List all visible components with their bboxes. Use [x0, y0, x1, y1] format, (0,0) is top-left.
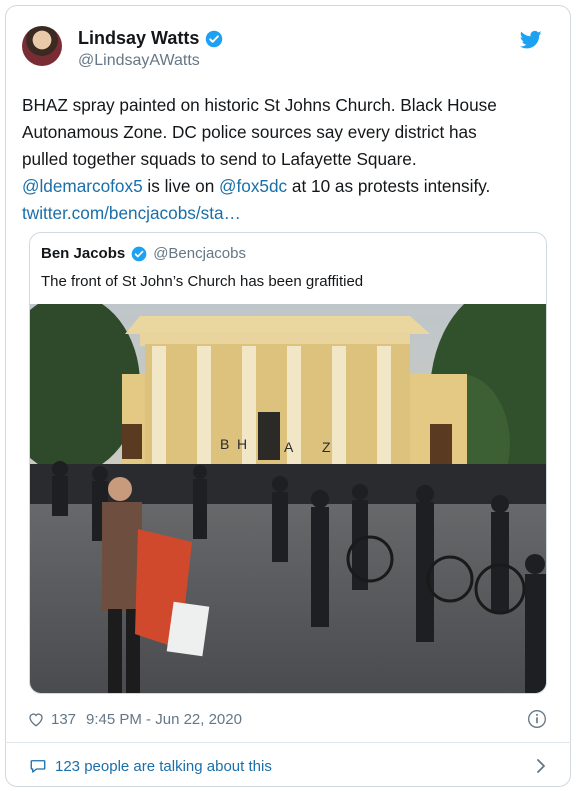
like-count: 137 — [51, 710, 77, 728]
twitter-bird-icon[interactable] — [520, 30, 542, 50]
heart-icon[interactable] — [27, 710, 45, 728]
quoted-author-handle: @Bencjacobs — [153, 245, 246, 262]
chevron-right-icon[interactable] — [535, 758, 547, 774]
quoted-author-name: Ben Jacobs — [41, 245, 126, 262]
quoted-tweet[interactable]: Ben Jacobs @Bencjacobs The front of St J… — [29, 232, 547, 694]
graffiti-letter: Z — [322, 439, 331, 455]
tweet-text-fragment: at 10 as protests intensify. — [287, 176, 491, 196]
tweet-meta: 137 9:45 PM - Jun 22, 2020 — [27, 708, 547, 730]
author-name[interactable]: Lindsay Watts — [78, 28, 199, 49]
verified-badge-icon — [206, 30, 223, 47]
graffiti-letter: A — [284, 439, 294, 455]
church-protest-photo[interactable]: B H A Z — [30, 304, 547, 694]
tweet-body: BHAZ spray painted on historic St Johns … — [22, 92, 552, 227]
tweet-text-line: pulled together squads to send to Lafaye… — [22, 149, 417, 169]
comment-bubble-icon — [30, 760, 46, 773]
tweet-text-fragment: is live on — [142, 176, 220, 196]
graffiti-letter: B — [220, 436, 229, 452]
footer-divider — [5, 742, 571, 743]
author-handle[interactable]: @LindsayAWatts — [78, 52, 200, 70]
talking-count-text[interactable]: 123 people are talking about this — [55, 758, 272, 775]
tweet-header: Lindsay Watts @LindsayAWatts — [22, 22, 546, 78]
author-avatar[interactable] — [22, 26, 62, 66]
tweet-text-line: Autonamous Zone. DC police sources say e… — [22, 122, 477, 142]
quoted-tweet-text: The front of St John’s Church has been g… — [41, 273, 364, 290]
tweet-timestamp[interactable]: 9:45 PM - Jun 22, 2020 — [86, 711, 242, 728]
tweet-url-link[interactable]: twitter.com/bencjacobs/sta… — [22, 203, 241, 223]
tweet-text-line: BHAZ spray painted on historic St Johns … — [22, 95, 497, 115]
quoted-author-line: Ben Jacobs @Bencjacobs — [41, 245, 246, 262]
mention-link[interactable]: @ldemarcofox5 — [22, 176, 143, 196]
info-icon[interactable] — [527, 709, 547, 729]
conversation-link[interactable]: 123 people are talking about this — [29, 755, 549, 777]
tweet-text-line: @ldemarcofox5 is live on @fox5dc at 10 a… — [22, 173, 552, 200]
graffiti-letter: H — [237, 436, 247, 452]
author-name-line: Lindsay Watts — [78, 28, 223, 49]
mention-link[interactable]: @fox5dc — [219, 176, 287, 196]
verified-badge-icon — [131, 246, 147, 261]
